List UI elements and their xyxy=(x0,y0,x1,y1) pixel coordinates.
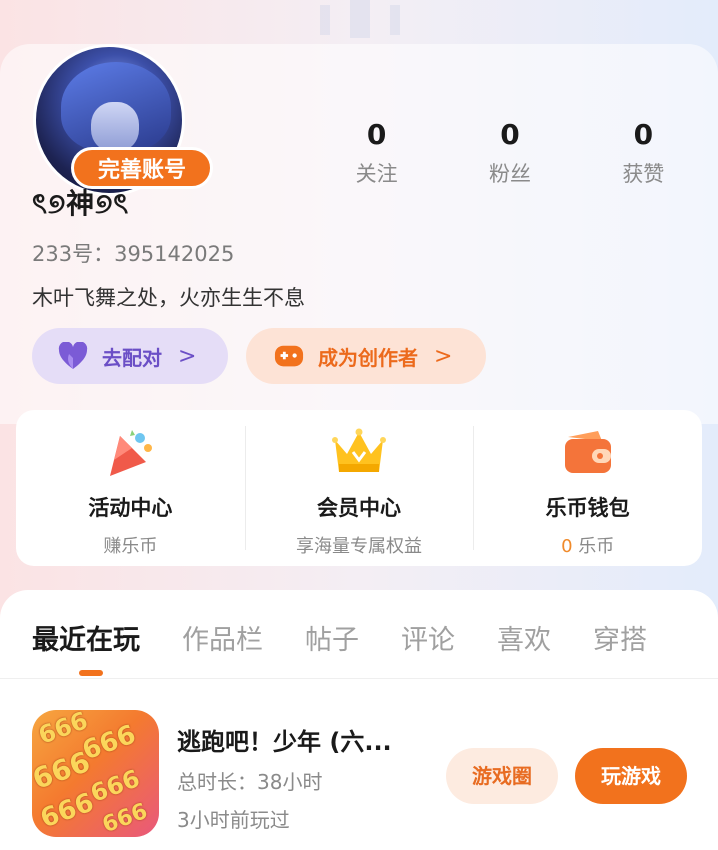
coin-unit: 乐币 xyxy=(572,536,615,557)
game-play-time: 总时长：38小时 xyxy=(177,770,323,794)
tab-outfits[interactable]: 穿搭 xyxy=(593,618,647,657)
heart-icon xyxy=(58,341,88,371)
bio: 木叶飞舞之处，火亦生生不息 xyxy=(32,286,305,310)
coin-wallet-title: 乐币钱包 xyxy=(545,496,630,520)
recent-game-item[interactable]: 666 666 666 666 666 666 逃跑吧！少年 (六... 总时长… xyxy=(32,710,702,840)
divider xyxy=(0,678,718,679)
coin-wallet[interactable]: 乐币钱包 0 乐币 xyxy=(473,410,702,566)
crown-icon xyxy=(245,426,474,480)
game-circle-button[interactable]: 游戏圈 xyxy=(446,748,558,804)
tab-comments[interactable]: 评论 xyxy=(401,618,455,657)
activity-center[interactable]: 活动中心 赚乐币 xyxy=(16,410,245,566)
activity-center-title: 活动中心 xyxy=(88,496,173,520)
member-center-title: 会员中心 xyxy=(317,496,401,520)
play-game-button[interactable]: 玩游戏 xyxy=(575,748,687,804)
character-silhouette xyxy=(320,0,400,38)
creator-label: 成为创作者 xyxy=(318,345,418,370)
party-popper-icon xyxy=(16,426,245,480)
gamepad-icon xyxy=(274,341,304,371)
nickname: ৎ୭神୭ৎ xyxy=(32,187,130,220)
stats-bar: 0 关注 0 粉丝 0 获赞 xyxy=(310,118,710,188)
member-center-sub: 享海量专属权益 xyxy=(296,536,422,557)
tab-posts[interactable]: 帖子 xyxy=(305,618,359,657)
game-last-played: 3小时前玩过 xyxy=(177,808,290,832)
game-icon[interactable]: 666 666 666 666 666 666 xyxy=(32,710,159,837)
chevron-right-icon: > xyxy=(434,343,453,369)
avatar-container[interactable]: 完善账号 xyxy=(33,44,213,196)
user-id: 233号：395142025 xyxy=(32,242,235,266)
stat-following[interactable]: 0 关注 xyxy=(310,118,443,188)
services-card: 活动中心 赚乐币 会员中心 享海量专属权益 乐币钱包 0 乐币 xyxy=(16,410,702,566)
stat-likes[interactable]: 0 获赞 xyxy=(577,118,710,188)
coin-balance: 0 xyxy=(561,536,573,557)
tab-likes[interactable]: 喜欢 xyxy=(497,618,551,657)
wallet-icon xyxy=(473,426,702,480)
member-center[interactable]: 会员中心 享海量专属权益 xyxy=(244,410,474,566)
match-label: 去配对 xyxy=(102,345,162,370)
become-creator-button[interactable]: 成为创作者 > xyxy=(246,328,486,384)
game-title: 逃跑吧！少年 (六... xyxy=(177,728,392,756)
content-section: 最近在玩 作品栏 帖子 评论 喜欢 穿搭 666 666 666 666 666… xyxy=(0,590,718,850)
activity-center-sub: 赚乐币 xyxy=(103,536,158,557)
tab-recently-played[interactable]: 最近在玩 xyxy=(32,618,140,676)
tab-works[interactable]: 作品栏 xyxy=(182,618,263,657)
profile-tabs: 最近在玩 作品栏 帖子 评论 喜欢 穿搭 xyxy=(32,618,689,676)
match-button[interactable]: 去配对 > xyxy=(32,328,228,384)
stat-followers[interactable]: 0 粉丝 xyxy=(443,118,576,188)
chevron-right-icon: > xyxy=(178,343,197,369)
coin-wallet-sub: 0 乐币 xyxy=(473,532,702,558)
